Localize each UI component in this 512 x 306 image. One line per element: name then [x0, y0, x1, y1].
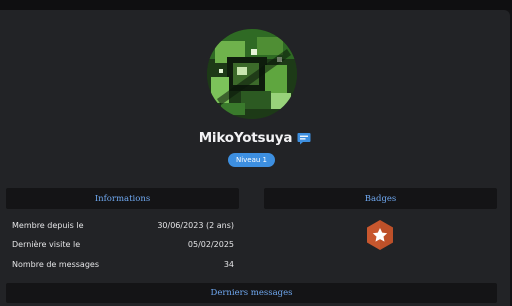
username: MikoYotsuya	[198, 130, 293, 146]
badges-heading: Badges	[264, 188, 497, 209]
latest-messages-heading: Derniers messages	[6, 283, 497, 303]
top-strip	[0, 0, 512, 10]
info-value: 30/06/2023 (2 ans)	[157, 220, 234, 230]
star-hexagon-icon[interactable]	[365, 219, 395, 251]
avatar[interactable]	[207, 29, 297, 119]
informations-heading: Informations	[6, 188, 239, 209]
avatar-image	[207, 29, 297, 119]
info-row-message-count: Nombre de messages 34	[12, 258, 234, 270]
info-value: 05/02/2025	[187, 239, 234, 249]
username-row: MikoYotsuya	[0, 129, 510, 147]
info-label: Dernière visite le	[12, 239, 81, 249]
info-row-member-since: Membre depuis le 30/06/2023 (2 ans)	[12, 219, 234, 231]
info-label: Nombre de messages	[12, 259, 99, 269]
level-badge: Niveau 1	[228, 153, 275, 167]
info-value: 34	[223, 259, 234, 269]
info-label: Membre depuis le	[12, 220, 84, 230]
info-row-last-visit: Dernière visite le 05/02/2025	[12, 238, 234, 250]
chat-bubble-icon[interactable]	[297, 132, 311, 145]
